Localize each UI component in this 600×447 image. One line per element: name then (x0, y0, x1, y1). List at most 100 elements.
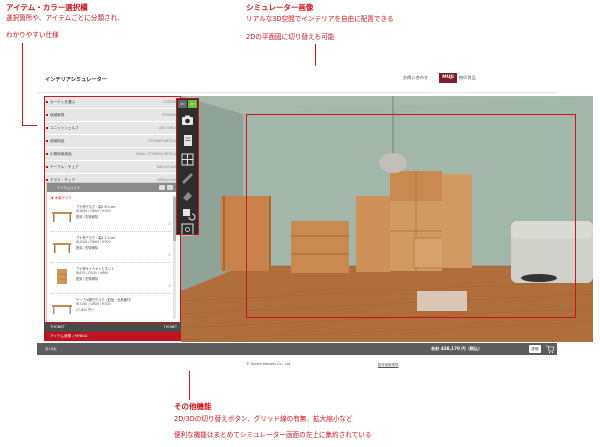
desk-thumbnail-icon (53, 243, 71, 253)
contact-link[interactable]: お問い合わせ (403, 75, 428, 81)
brand-name: 無印良品 (459, 75, 476, 80)
3d-toggle[interactable]: 3D (188, 100, 197, 108)
list-item[interactable]: ブナ材デスク・幅1 6 0 cm W1600 / D600 / H700 配置 … (51, 201, 171, 232)
item-color-selector: カーテンを選ぶ CURTAIN 収納家具 STORAGE ユニットシェルフ UNIT … (44, 96, 181, 344)
item-price: 27,800 円〜 (76, 308, 95, 312)
category-sub: STORAGE (161, 113, 177, 117)
desk-thumbnail-icon (52, 305, 72, 314)
grid-icon[interactable] (179, 152, 196, 167)
highlight-border (44, 96, 181, 97)
category-label: カーテンを選ぶ (50, 100, 76, 104)
simulator-app: インテリアシミュレーター お問い合わせ MUJI 無印良品 カーテンを選ぶ CUR… (37, 66, 593, 371)
category-label: ユニットシェルフ (50, 126, 79, 130)
bullet-icon (46, 114, 48, 116)
desk-thumbnail-icon (52, 212, 72, 222)
zoom-icon[interactable]: ⌕ (168, 283, 171, 289)
item-status: 配置 / 配置解除 (76, 215, 99, 219)
category-label: 収納家具 (50, 113, 65, 117)
app-title: インテリアシミュレーター (45, 77, 107, 83)
simulator-highlight-border (246, 114, 576, 116)
category-sub: SMALL STORAGE ARTICLE (136, 152, 177, 156)
bullet-icon (46, 179, 48, 181)
total-price: 合計 438,170 円（税込） (431, 346, 483, 351)
category-item[interactable]: カーテンを選ぶ CURTAIN (44, 96, 181, 109)
item-size: W1180 / D600 / H700 (76, 302, 111, 306)
footer-link[interactable]: 動作推奨環境 (378, 362, 398, 367)
footer-copyright: © Ryohin Keikaku Co., Ltd. (246, 362, 292, 366)
list-item[interactable]: ブナ材デスク・幅1 2 0 cm W1200 / D600 / H700 配置 … (51, 232, 171, 263)
item-list-title: アイテムリスト (57, 186, 81, 190)
grid-view-icon[interactable] (167, 185, 173, 190)
annotation-text-item-select-1: 選択箇所や、アイテムごとに分類され、 (6, 14, 124, 22)
simulator-3d-view[interactable] (181, 96, 593, 342)
mybox-label: アイテム参照 / MYBOX (50, 334, 88, 338)
app-header: インテリアシミュレーター お問い合わせ MUJI 無印良品 (37, 66, 557, 93)
bullet-icon (46, 153, 48, 155)
detail-button[interactable]: 詳細 (529, 345, 541, 353)
2d-toggle[interactable]: 2D (178, 100, 187, 108)
category-label: テーブル・チェア (50, 165, 79, 169)
item-size: W1200 / D600 / H700 (76, 240, 111, 244)
bullet-icon (46, 166, 48, 168)
simulator-highlight-border (246, 317, 576, 319)
toolbar-highlight-border (198, 98, 199, 235)
thonet-sub: THONET (163, 325, 177, 329)
brand-logo[interactable]: MUJI (439, 73, 457, 83)
toolbar-highlight-border (176, 98, 199, 99)
simulator-highlight-border (246, 114, 248, 318)
category-label: 収納用品 (50, 139, 65, 143)
category-item[interactable]: テーブル・チェア TABLE/CHAIR (44, 161, 181, 174)
zoom-icon[interactable]: ⌕ (168, 221, 171, 227)
item-list-panel: アイテムリスト ▼ 木製デスク ブナ材デスク・幅1 6 0 cm W1600 /… (46, 182, 181, 324)
item-subcategory: ▼ 木製デスク (51, 196, 72, 200)
annotation-title-simulator: シミュレーター画像 (246, 3, 314, 12)
annotation-text-simulator-1: リアルな3D空間でインテリアを自由に配置できる (246, 15, 394, 23)
category-sub: CURTAIN (163, 100, 177, 104)
annotation-text-other-2: 便利な機能はまとめてシミュレーター画面の左上に集約されている (174, 431, 372, 439)
bullet-icon (46, 101, 48, 103)
category-item[interactable]: ユニットシェルフ UNIT SHELF (44, 122, 181, 135)
cabinet-thumbnail-icon (57, 269, 67, 284)
item-status: 配置 / 配置解除 (76, 277, 99, 281)
item-size: W470 / D520 / H665 (76, 271, 109, 275)
item-size: W1600 / D600 / H700 (76, 209, 111, 213)
list-item[interactable]: ブナ材サイドキャビネット W470 / D520 / H665 配置 / 配置解… (51, 263, 171, 294)
item-list-header: アイテムリスト (47, 183, 180, 192)
annotation-text-item-select-2: わかりやすい仕様 (6, 31, 59, 39)
zoom-icon[interactable]: ⌕ (168, 252, 171, 258)
category-item[interactable]: 小物収納用品 SMALL STORAGE ARTICLE (44, 148, 181, 161)
camera-icon[interactable] (179, 113, 196, 128)
toolbar-highlight-border (176, 98, 177, 235)
annotation-text-other-1: 2D/3Dの切り替えボタン、グリッド線の有無、拡大縮小など (174, 415, 353, 423)
category-sub: STORING ARTICLE (148, 139, 177, 143)
item-status: 配置 / 配置解除 (76, 246, 99, 250)
annotation-leader-line (22, 43, 23, 125)
cart-icon[interactable] (545, 344, 555, 354)
annotation-title-other: その他機能 (174, 402, 212, 411)
category-sub: UNIT SHELF (158, 126, 177, 130)
simulator-highlight-border (575, 114, 577, 318)
bullet-icon (46, 127, 48, 129)
category-item[interactable]: 収納家具 STORAGE (44, 109, 181, 122)
ruler-icon[interactable] (179, 171, 196, 186)
annotation-text-simulator-2: 2Dの平面図に切り替えも可能 (246, 33, 335, 41)
2d-3d-toggle[interactable]: 2D 3D (178, 100, 197, 108)
rotate-icon[interactable] (179, 206, 196, 221)
toolbar-highlight-border (176, 234, 199, 235)
mybox-bar[interactable]: アイテム参照 / MYBOX (44, 332, 181, 341)
highlight-border (44, 96, 45, 323)
bullet-icon (46, 140, 48, 142)
document-icon[interactable] (179, 133, 196, 148)
room-render (181, 96, 593, 342)
list-view-icon[interactable] (159, 185, 165, 190)
status-bar: 全18点 合計 438,170 円（税込） 詳細 (37, 343, 557, 355)
eraser-icon[interactable] (179, 189, 196, 204)
list-item[interactable]: テーブル脚付デスク（旧品・全品番付） W1180 / D600 / H700 2… (51, 294, 171, 324)
category-sub: TABLE/CHAIR (156, 165, 177, 169)
record-count: 全18点 (45, 347, 57, 351)
thonet-label: THONET (50, 325, 65, 329)
category-label: 小物収納用品 (50, 152, 72, 156)
brand-category-thonet[interactable]: THONET THONET (44, 323, 181, 332)
simulator-toolbar: 2D 3D (176, 98, 199, 236)
category-item[interactable]: 収納用品 STORING ARTICLE (44, 135, 181, 148)
